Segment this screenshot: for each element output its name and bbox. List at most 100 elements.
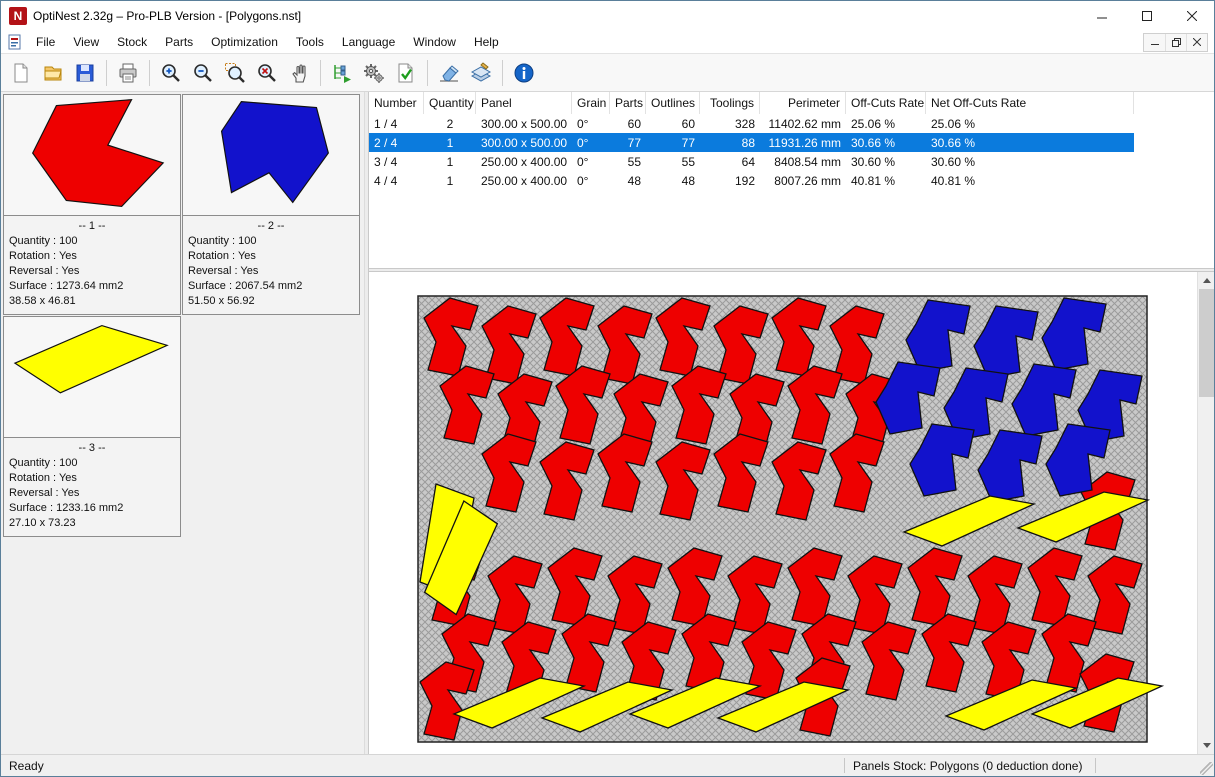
close-button[interactable] — [1169, 1, 1214, 31]
zoom-extents-button[interactable] — [251, 58, 283, 88]
pan-button[interactable] — [283, 58, 315, 88]
table-cell: 0° — [577, 116, 589, 131]
scroll-thumb[interactable] — [1199, 289, 1214, 397]
nesting-preview-pane — [369, 272, 1214, 754]
part-quantity: Quantity : 100 — [9, 235, 78, 247]
zoom-extents-icon — [258, 63, 276, 82]
table-cell: 0° — [577, 135, 589, 150]
part-card-3[interactable]: -- 3 -- Quantity : 100 Rotation : Yes Re… — [3, 316, 181, 537]
part-3-shape — [13, 324, 169, 394]
nesting-canvas[interactable] — [369, 272, 1197, 755]
maximize-button[interactable] — [1124, 1, 1169, 31]
column-header-outlines[interactable]: Outlines — [646, 92, 700, 114]
table-cell: 1 / 4 — [374, 116, 398, 131]
print-icon — [119, 63, 137, 82]
menu-item-view[interactable]: View — [64, 32, 108, 52]
optimization-settings-button[interactable] — [358, 58, 390, 88]
scroll-up-button[interactable] — [1198, 272, 1215, 289]
stock-layers-button[interactable] — [465, 58, 497, 88]
status-panels-stock: Panels Stock: Polygons (0 deduction done… — [853, 758, 1083, 773]
status-ready: Ready — [9, 758, 44, 773]
column-header-parts[interactable]: Parts — [610, 92, 646, 114]
new-button[interactable] — [5, 58, 37, 88]
mdi-restore-button[interactable] — [1165, 33, 1186, 51]
part-polygon — [220, 100, 329, 204]
preview-vertical-scrollbar[interactable] — [1197, 272, 1214, 754]
column-header-off-cuts-rate[interactable]: Off-Cuts Rate — [846, 92, 926, 114]
optimization-parameters-button[interactable] — [326, 58, 358, 88]
menu-item-window[interactable]: Window — [404, 32, 465, 52]
part-card-1[interactable]: -- 1 -- Quantity : 100 Rotation : Yes Re… — [3, 94, 181, 315]
part-dimensions: 38.58 x 46.81 — [9, 295, 76, 307]
table-cell: 30.66 % — [851, 135, 896, 150]
part-card-2[interactable]: -- 2 -- Quantity : 100 Rotation : Yes Re… — [182, 94, 360, 315]
menu-bar: File View Stock Parts Optimization Tools Langu… — [1, 31, 1214, 54]
table-cell: 48 — [681, 173, 695, 188]
column-header-number[interactable]: Number — [369, 92, 424, 114]
table-cell: 2 — [446, 116, 454, 131]
part-quantity: Quantity : 100 — [188, 235, 257, 247]
menu-item-help[interactable]: Help — [465, 32, 508, 52]
table-row-2[interactable]: 2 / 4 1 300.00 x 500.00 0° 77 77 88 11931.26 mm… — [369, 133, 1134, 152]
part-2-info: -- 2 -- Quantity : 100 Rotation : Yes Re… — [182, 216, 360, 315]
mdi-minimize-button[interactable] — [1144, 34, 1165, 51]
column-header-grain[interactable]: Grain — [572, 92, 610, 114]
save-icon — [76, 64, 94, 81]
mdi-close-button[interactable] — [1186, 33, 1207, 51]
table-cell: 1 — [446, 154, 454, 169]
column-header-quantity[interactable]: Quantity — [424, 92, 476, 114]
table-cell: 250.00 x 400.00 — [481, 154, 568, 169]
column-header-net-off-cuts-rate[interactable]: Net Off-Cuts Rate — [926, 92, 1134, 114]
zoom-in-button[interactable] — [155, 58, 187, 88]
part-rotation: Rotation : Yes — [9, 250, 77, 262]
open-button[interactable] — [37, 58, 69, 88]
minimize-button[interactable] — [1079, 1, 1124, 31]
title-bar[interactable]: N OptiNest 2.32g – Pro-PLB Version - [Po… — [1, 1, 1214, 31]
zoom-window-icon — [225, 62, 245, 83]
zoom-window-button[interactable] — [219, 58, 251, 88]
table-cell: 30.60 % — [851, 154, 896, 169]
run-optimization-button[interactable] — [390, 58, 422, 88]
zoom-out-button[interactable] — [187, 58, 219, 88]
resize-grip-icon[interactable] — [1200, 762, 1213, 775]
part-reversal: Reversal : Yes — [188, 265, 259, 277]
print-button[interactable] — [112, 58, 144, 88]
menu-item-tools[interactable]: Tools — [287, 32, 333, 52]
table-row-1[interactable]: 1 / 4 2 300.00 x 500.00 0° 60 60 328 11402.62 m… — [369, 114, 1134, 133]
column-header-toolings[interactable]: Toolings — [700, 92, 760, 114]
table-row-3[interactable]: 3 / 4 1 250.00 x 400.00 0° 55 55 64 8408.54 mm 3… — [369, 152, 1134, 171]
table-cell: 77 — [681, 135, 695, 150]
table-cell: 60 — [681, 116, 695, 131]
maximize-icon — [1141, 11, 1152, 21]
table-cell: 8408.54 mm — [774, 154, 841, 169]
save-button[interactable] — [69, 58, 101, 88]
info-button[interactable] — [508, 58, 540, 88]
part-3-info: -- 3 -- Quantity : 100 Rotation : Yes Re… — [3, 438, 181, 537]
pan-icon — [292, 63, 306, 83]
part-surface: Surface : 2067.54 mm2 — [188, 280, 303, 292]
erase-nesting-button[interactable] — [433, 58, 465, 88]
part-rotation: Rotation : Yes — [9, 472, 77, 484]
parts-panel: -- 1 -- Quantity : 100 Rotation : Yes Re… — [1, 92, 364, 754]
table-cell: 1 — [446, 135, 454, 150]
column-header-perimeter[interactable]: Perimeter — [760, 92, 846, 114]
table-cell: 0° — [577, 154, 589, 169]
optimization-settings-icon — [364, 63, 384, 83]
zoom-in-icon — [162, 63, 180, 82]
column-header-panel[interactable]: Panel — [476, 92, 572, 114]
table-cell: 0° — [577, 173, 589, 188]
main-area: -- 1 -- Quantity : 100 Rotation : Yes Re… — [1, 92, 1214, 754]
table-row-4[interactable]: 4 / 4 1 250.00 x 400.00 0° 48 48 192 8007.26 mm… — [369, 171, 1134, 190]
part-1-shape — [31, 98, 165, 208]
menu-item-file[interactable]: File — [27, 32, 64, 52]
table-cell: 25.06 % — [851, 116, 896, 131]
menu-item-parts[interactable]: Parts — [156, 32, 202, 52]
part-polygon — [31, 98, 165, 208]
table-cell: 60 — [627, 116, 641, 131]
table-cell: 8007.26 mm — [774, 173, 841, 188]
menu-item-stock[interactable]: Stock — [108, 32, 156, 52]
menu-item-language[interactable]: Language — [333, 32, 404, 52]
menu-item-optimization[interactable]: Optimization — [202, 32, 287, 52]
toolbar-separator — [106, 59, 107, 86]
scroll-down-button[interactable] — [1198, 737, 1215, 754]
